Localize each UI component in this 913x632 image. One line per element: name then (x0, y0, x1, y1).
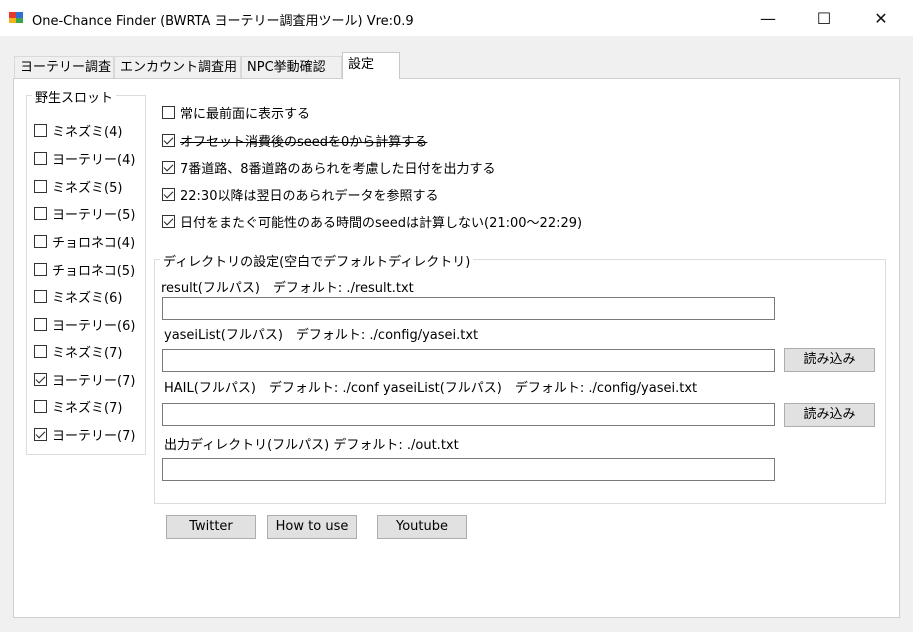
slot-checkbox[interactable]: チョロネコ(4) (34, 232, 135, 251)
slot-label: ミネズミ(5) (52, 181, 123, 196)
slot-checkbox[interactable]: ヨーテリー(7) (34, 370, 135, 389)
slot-checkbox[interactable]: ミネズミ(5) (34, 177, 122, 196)
load-yasei-button[interactable]: 読み込み (784, 348, 875, 372)
option-skip-date-cross[interactable]: 日付をまたぐ可能性のある時間のseedは計算しない(21:00～22:29) (162, 212, 582, 231)
slot-label: ヨーテリー(5) (52, 208, 136, 223)
option-label: 常に最前面に表示する (180, 107, 311, 122)
close-button[interactable]: ✕ (858, 0, 904, 36)
option-label: 日付をまたぐ可能性のある時間のseedは計算しない(21:00～22:29) (180, 216, 583, 231)
hail-path-label: HAIL(フルパス) デフォルト: ./conf yaseiList(フルパス)… (164, 381, 698, 396)
tab-npc-behavior[interactable]: NPC挙動確認 (241, 56, 342, 78)
option-always-on-top[interactable]: 常に最前面に表示する (162, 103, 310, 122)
checkbox-box[interactable] (34, 124, 47, 137)
slot-label: チョロネコ(5) (52, 264, 136, 279)
window-title: One-Chance Finder (BWRTA ヨーテリー調査用ツール) Vr… (32, 14, 414, 29)
checkbox-box[interactable] (34, 428, 47, 441)
option-next-day-hail[interactable]: 22:30以降は翌日のあられデータを参照する (162, 185, 438, 204)
checkbox-box[interactable] (34, 400, 47, 413)
option-hail-dates[interactable]: 7番道路、8番道路のあられを考慮した日付を出力する (162, 158, 496, 177)
slot-label: ヨーテリー(6) (52, 319, 136, 334)
slot-checkbox[interactable]: ミネズミ(7) (34, 342, 122, 361)
checkbox-box[interactable] (34, 263, 47, 276)
slot-label: ミネズミ(7) (52, 401, 123, 416)
result-path-label: result(フルパス) デフォルト: ./result.txt (161, 281, 414, 296)
slot-label: ヨーテリー(4) (52, 153, 136, 168)
hail-path-input[interactable] (162, 403, 775, 426)
checkbox-box[interactable] (34, 235, 47, 248)
checkbox-box[interactable] (34, 373, 47, 386)
maximize-button[interactable]: ☐ (801, 0, 847, 36)
option-seed-from-zero[interactable]: オフセット消費後のseedを0から計算する (162, 131, 427, 150)
tab-yoterie-survey[interactable]: ヨーテリー調査 (14, 56, 114, 78)
yasei-path-input[interactable] (162, 349, 775, 372)
directory-legend: ディレクトリの設定(空白でデフォルトディレクトリ) (160, 251, 474, 270)
minimize-button[interactable]: — (745, 0, 791, 36)
checkbox-box[interactable] (34, 180, 47, 193)
option-label: オフセット消費後のseedを0から計算する (180, 135, 428, 150)
youtube-button[interactable]: Youtube (377, 515, 467, 539)
checkbox-box[interactable] (34, 318, 47, 331)
slot-label: ヨーテリー(7) (52, 429, 136, 444)
slot-checkbox[interactable]: ミネズミ(7) (34, 397, 122, 416)
slot-checkbox[interactable]: ヨーテリー(5) (34, 204, 135, 223)
checkbox-box[interactable] (162, 161, 175, 174)
checkbox-box[interactable] (34, 345, 47, 358)
slot-checkbox[interactable]: ミネズミ(6) (34, 287, 122, 306)
load-hail-button[interactable]: 読み込み (784, 403, 875, 427)
checkbox-box[interactable] (162, 188, 175, 201)
slot-checkbox[interactable]: チョロネコ(5) (34, 260, 135, 279)
title-bar: One-Chance Finder (BWRTA ヨーテリー調査用ツール) Vr… (0, 0, 913, 36)
yasei-path-label: yaseiList(フルパス) デフォルト: ./config/yasei.tx… (164, 328, 479, 343)
wild-slot-legend: 野生スロット (32, 87, 117, 106)
tab-encount-survey[interactable]: エンカウント調査用 (114, 56, 241, 78)
how-to-use-button[interactable]: How to use (267, 515, 357, 539)
slot-label: ヨーテリー(7) (52, 374, 136, 389)
checkbox-box[interactable] (162, 134, 175, 147)
slot-label: ミネズミ(4) (52, 125, 123, 140)
twitter-button[interactable]: Twitter (166, 515, 256, 539)
slot-label: ミネズミ(7) (52, 346, 123, 361)
slot-checkbox[interactable]: ヨーテリー(4) (34, 149, 135, 168)
option-label: 7番道路、8番道路のあられを考慮した日付を出力する (180, 162, 496, 177)
slot-checkbox[interactable]: ミネズミ(4) (34, 121, 122, 140)
checkbox-box[interactable] (34, 152, 47, 165)
slot-label: チョロネコ(4) (52, 236, 136, 251)
output-dir-label: 出力ディレクトリ(フルパス) デフォルト: ./out.txt (164, 438, 459, 453)
app-icon (9, 12, 23, 23)
slot-checkbox[interactable]: ヨーテリー(6) (34, 315, 135, 334)
option-label: 22:30以降は翌日のあられデータを参照する (180, 189, 439, 204)
slot-label: ミネズミ(6) (52, 291, 123, 306)
output-dir-input[interactable] (162, 458, 775, 481)
result-path-input[interactable] (162, 297, 775, 320)
tab-settings[interactable]: 設定 (342, 52, 400, 79)
checkbox-box[interactable] (34, 207, 47, 220)
checkbox-box[interactable] (34, 290, 47, 303)
checkbox-box[interactable] (162, 106, 175, 119)
checkbox-box[interactable] (162, 215, 175, 228)
slot-checkbox[interactable]: ヨーテリー(7) (34, 425, 135, 444)
